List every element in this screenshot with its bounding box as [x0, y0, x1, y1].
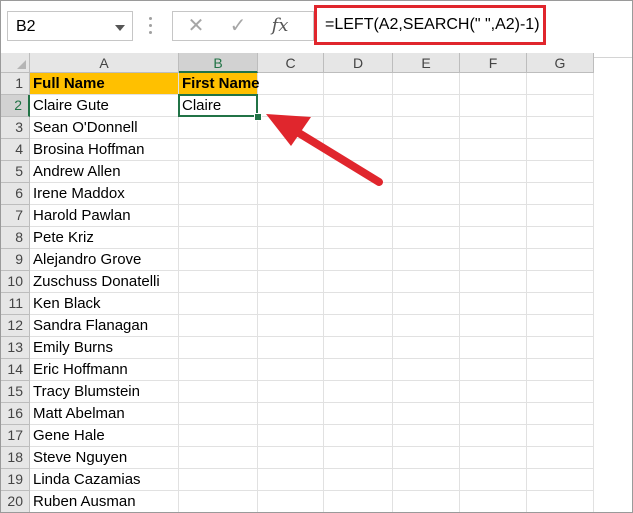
excel-window: B2 ✕ ✓ fx =LEFT(A2,SEARCH(" ",A2)-1) ABC…: [0, 0, 633, 513]
arrow-shaft: [285, 123, 383, 186]
annotation-arrow: [266, 114, 383, 186]
arrow-head-icon: [266, 114, 311, 146]
